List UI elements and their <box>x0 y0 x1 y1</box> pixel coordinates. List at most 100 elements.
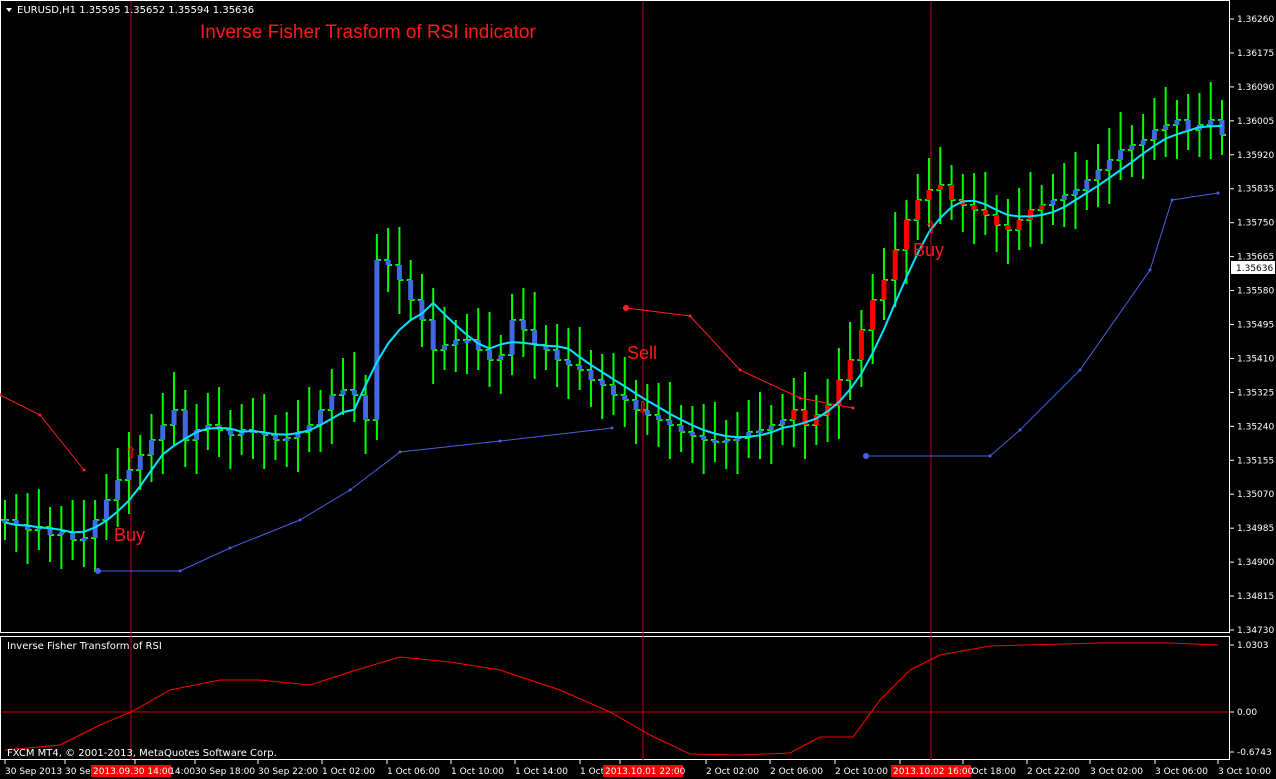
candle-body <box>780 420 786 425</box>
candle-body <box>1061 195 1067 200</box>
price-tick-label: 1.35155 <box>1237 456 1274 466</box>
time-tick-label: 30 Sep 2013 <box>5 767 62 777</box>
candle-body <box>1140 140 1146 145</box>
candle-body <box>971 205 977 210</box>
indicator-tick-label: -0.6743 <box>1237 748 1272 758</box>
candle-body <box>599 380 605 385</box>
candle-body <box>1027 210 1033 220</box>
candle-body <box>701 436 707 440</box>
support-stop-line-dot <box>498 439 502 443</box>
support-stop-line-dot <box>1216 191 1220 195</box>
candle-body <box>58 532 64 535</box>
time-tick-label: 1 Oct 14:00 <box>515 767 568 777</box>
candle-body <box>396 265 402 280</box>
candle-body <box>1118 150 1124 160</box>
resistance-stop-line-dot <box>851 406 855 410</box>
candle-body <box>81 538 87 541</box>
indicator-tick-label: 0.00 <box>1237 708 1257 718</box>
candle-body <box>622 395 628 400</box>
candle-body <box>892 250 898 280</box>
candle-body <box>171 410 177 425</box>
candle-body <box>1016 220 1022 230</box>
candle-body <box>137 455 143 470</box>
support-stop-line-dot <box>178 569 182 573</box>
support-stop-line-dot <box>1018 428 1022 432</box>
candle-body <box>363 395 369 420</box>
candle-body <box>148 440 154 455</box>
resistance-stop-line-dot <box>38 413 42 417</box>
time-tick-label: 2 Oct 06:00 <box>770 767 823 777</box>
sell-arrow-icon: ⇩ <box>636 398 649 417</box>
candle-body <box>554 350 560 360</box>
candle-body <box>1208 120 1214 125</box>
candle-body <box>441 345 447 350</box>
candle-body <box>588 370 594 380</box>
candle-body <box>982 210 988 215</box>
price-tick-label: 1.35580 <box>1237 287 1274 297</box>
highlighted-time-label: 2013.09.30 14:00 <box>93 767 174 777</box>
candle-body <box>847 360 853 380</box>
candle-body <box>870 300 876 330</box>
price-tick-label: 1.36005 <box>1237 117 1274 127</box>
candle-body <box>577 365 583 370</box>
candle-body <box>611 385 616 395</box>
candle-body <box>757 430 763 433</box>
resistance-stop-line-dot <box>738 368 742 372</box>
candle-body <box>667 420 673 425</box>
time-tick-label: 30 Sep 22:00 <box>258 767 318 777</box>
candle-body <box>678 425 684 432</box>
candle-body <box>1073 190 1079 195</box>
candle-body <box>1106 160 1112 170</box>
candle-body <box>1005 225 1011 230</box>
candle-body <box>498 355 504 360</box>
candle-body <box>115 480 121 500</box>
time-tick-label: 1 Oct 10:00 <box>451 767 504 777</box>
candle-body <box>768 425 774 430</box>
price-tick-label: 1.35495 <box>1237 321 1274 331</box>
buy-arrow-icon: ⇧ <box>924 218 937 237</box>
metatrader-chart[interactable]: 1.36260 1.36175 1.36090 1.36005 1.35920 1.358… <box>0 0 1276 779</box>
support-stop-line-dot <box>348 488 352 492</box>
current-price: 1.35636 <box>1236 264 1273 274</box>
indicator-name: Inverse Fisher Transform of RSI <box>7 641 162 652</box>
candle-body <box>520 320 526 330</box>
time-tick-label: 30 Sep 18:00 <box>195 767 255 777</box>
candle-body <box>949 185 955 200</box>
candle-body <box>509 320 515 355</box>
candle-body <box>453 340 459 345</box>
candle-body <box>565 360 571 365</box>
candle-body <box>689 432 695 436</box>
support-stop-line-dot <box>1170 198 1174 202</box>
candle-body <box>926 190 932 200</box>
price-tick-label: 1.35750 <box>1237 219 1274 229</box>
price-tick-label: 1.35410 <box>1237 354 1274 364</box>
candle-body <box>858 330 864 360</box>
price-tick-label: 1.34985 <box>1237 524 1274 534</box>
candle-body <box>227 430 233 435</box>
candle-body <box>1095 170 1101 180</box>
time-tick-label: 3 Oct 06:00 <box>1155 767 1208 777</box>
resistance-stop-line-dot <box>688 314 692 318</box>
time-tick-label: 2 Oct 10:00 <box>835 767 888 777</box>
support-stop-line-dot <box>988 454 992 458</box>
support-stop-line-dot <box>610 426 614 430</box>
candle-body <box>487 350 493 360</box>
buy-label-2: Buy <box>913 240 944 260</box>
candle-body <box>712 440 718 443</box>
symbol-info: EURUSD,H1 1.35595 1.35652 1.35594 1.3563… <box>17 5 254 16</box>
price-tick-label: 1.35835 <box>1237 185 1274 195</box>
time-tick-label: 3 Oct 10:00 <box>1218 767 1271 777</box>
price-tick-label: 1.35240 <box>1237 422 1274 432</box>
highlighted-time-label: 2013.10.01 22:00 <box>605 767 686 777</box>
price-tick-label: 1.34900 <box>1237 558 1274 568</box>
candle-body <box>272 435 278 440</box>
candle-body <box>284 438 290 441</box>
price-tick-label: 1.35920 <box>1237 151 1274 161</box>
candle-body <box>903 220 909 250</box>
highlighted-time-label: 2013.10.02 16:00 <box>893 767 974 777</box>
support-stop-line-dot <box>398 450 402 454</box>
stop-start-dot <box>863 453 869 459</box>
candle-body <box>1219 120 1225 135</box>
copyright: FXCM MT4, © 2001-2013, MetaQuotes Softwa… <box>7 748 277 759</box>
candle-body <box>994 215 1000 225</box>
